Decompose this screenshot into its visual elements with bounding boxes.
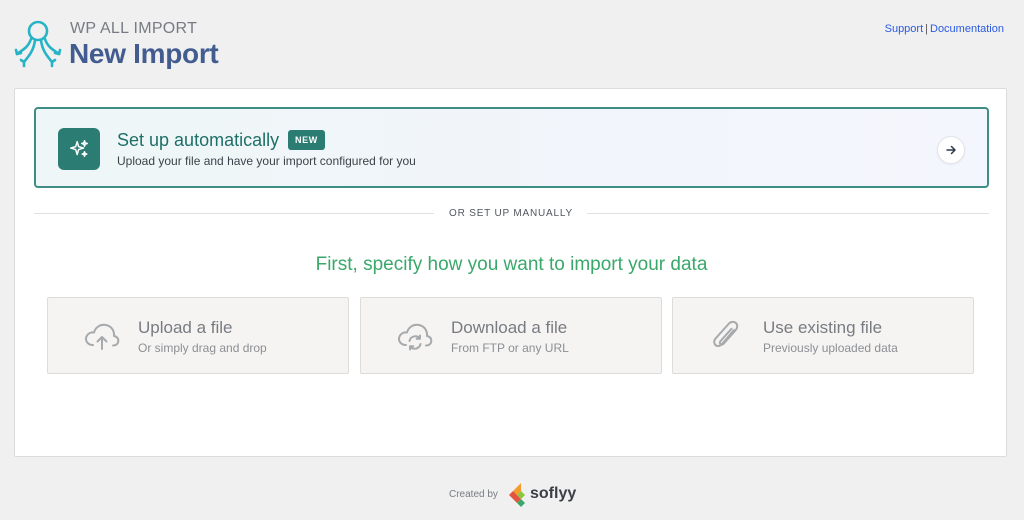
upload-file-subtitle: Or simply drag and drop — [138, 341, 267, 355]
octopus-logo-icon — [14, 20, 62, 68]
soflyy-logo-icon — [509, 483, 525, 507]
arrow-right-icon — [946, 145, 956, 155]
page-title: New Import — [69, 38, 219, 69]
page-header: WP ALL IMPORT New Import Support | Documen… — [0, 0, 1024, 88]
link-separator: | — [925, 23, 928, 35]
setup-automatically-title: Set up automatically — [117, 130, 280, 150]
documentation-link[interactable]: Documentation — [930, 23, 1004, 35]
import-panel: Set up automatically NEW Upload your fil… — [14, 88, 1007, 457]
divider-label: OR SET UP MANUALLY — [449, 208, 573, 219]
soflyy-wordmark: soflyy — [530, 485, 577, 502]
divider-line-left — [34, 213, 434, 214]
new-badge: NEW — [288, 130, 325, 150]
divider-line-right — [587, 213, 989, 214]
arrow-right-button[interactable] — [937, 136, 965, 164]
download-file-subtitle: From FTP or any URL — [451, 341, 569, 355]
header-links: Support | Documentation — [885, 23, 1004, 35]
upload-file-title: Upload a file — [138, 318, 233, 337]
cloud-sync-icon — [398, 323, 433, 351]
setup-automatically-description: Upload your file and have your import co… — [117, 154, 416, 168]
upload-file-option[interactable]: Upload a file Or simply drag and drop — [47, 297, 349, 374]
download-file-title: Download a file — [451, 318, 568, 337]
paperclip-icon — [713, 320, 739, 347]
sparkle-icon — [58, 128, 100, 170]
download-file-option[interactable]: Download a file From FTP or any URL — [360, 297, 662, 374]
manual-import-heading: First, specify how you want to import yo… — [315, 254, 708, 275]
existing-file-option[interactable]: Use existing file Previously uploaded da… — [672, 297, 974, 374]
created-by-label: Created by — [449, 489, 498, 500]
page-footer: Created by soflyy — [0, 478, 1024, 512]
existing-file-subtitle: Previously uploaded data — [763, 341, 898, 355]
setup-automatically-card[interactable]: Set up automatically NEW Upload your fil… — [34, 107, 989, 188]
brand-name: WP ALL IMPORT — [70, 20, 198, 37]
cloud-upload-icon — [85, 323, 120, 350]
existing-file-title: Use existing file — [763, 318, 883, 337]
support-link[interactable]: Support — [885, 23, 924, 35]
